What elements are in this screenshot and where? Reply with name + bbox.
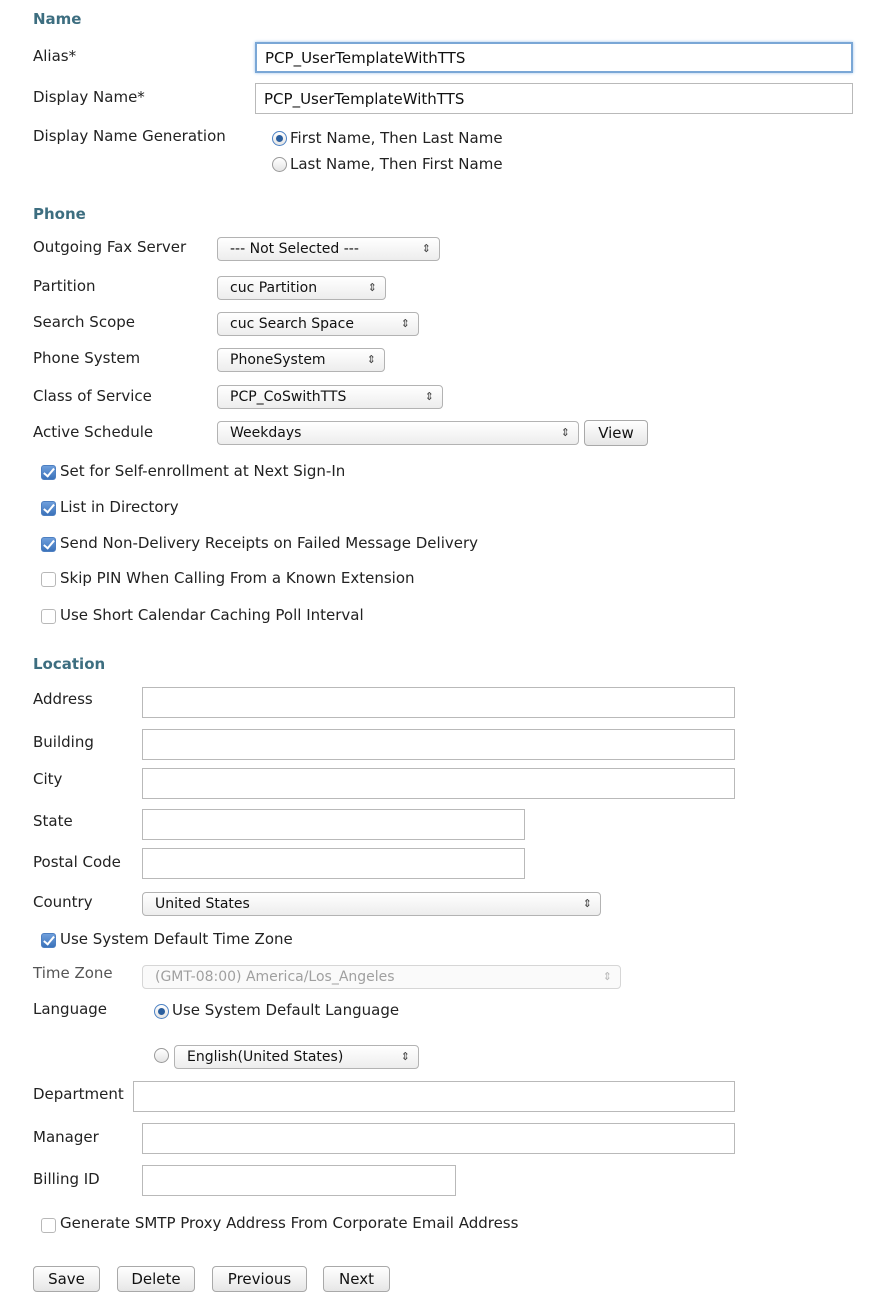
phone-system-select[interactable]: PhoneSystem ⇕ <box>217 348 385 372</box>
generate-smtp-proxy-label: Generate SMTP Proxy Address From Corpora… <box>60 1214 519 1232</box>
generation-last-first-radio[interactable] <box>272 157 287 172</box>
language-default-radio[interactable] <box>154 1004 169 1019</box>
language-default-label: Use System Default Language <box>172 1001 400 1019</box>
list-in-directory-checkbox[interactable] <box>41 501 56 516</box>
self-enrollment-label: Set for Self-enrollment at Next Sign-In <box>60 462 346 480</box>
class-of-service-select[interactable]: PCP_CoSwithTTS ⇕ <box>217 385 443 409</box>
delete-button[interactable]: Delete <box>117 1266 195 1292</box>
save-button[interactable]: Save <box>33 1266 100 1292</box>
select-arrows-icon: ⇕ <box>367 281 377 294</box>
section-heading-location: Location <box>33 655 106 673</box>
short-calendar-polling-checkbox[interactable] <box>41 609 56 624</box>
active-schedule-select[interactable]: Weekdays ⇕ <box>217 421 579 445</box>
phone-system-value: PhoneSystem <box>230 352 326 368</box>
partition-select[interactable]: cuc Partition ⇕ <box>217 276 386 300</box>
alias-label: Alias* <box>33 47 77 65</box>
language-select[interactable]: English(United States) ⇕ <box>174 1045 419 1069</box>
state-label: State <box>33 812 73 830</box>
search-scope-label: Search Scope <box>33 313 135 331</box>
view-schedule-button[interactable]: View <box>584 420 648 446</box>
outgoing-fax-value: --- Not Selected --- <box>230 241 359 257</box>
billing-id-label: Billing ID <box>33 1170 100 1188</box>
section-heading-name: Name <box>33 10 82 28</box>
class-of-service-label: Class of Service <box>33 387 152 405</box>
time-zone-label: Time Zone <box>33 964 113 982</box>
partition-value: cuc Partition <box>230 280 318 296</box>
time-zone-value: (GMT-08:00) America/Los_Angeles <box>155 969 395 985</box>
address-label: Address <box>33 690 93 708</box>
self-enrollment-checkbox[interactable] <box>41 465 56 480</box>
billing-id-input[interactable] <box>142 1165 456 1196</box>
use-default-time-zone-label: Use System Default Time Zone <box>60 930 293 948</box>
non-delivery-receipts-label: Send Non-Delivery Receipts on Failed Mes… <box>60 534 479 552</box>
city-label: City <box>33 770 63 788</box>
select-arrows-icon: ⇕ <box>424 390 434 403</box>
use-default-time-zone-checkbox[interactable] <box>41 933 56 948</box>
class-of-service-value: PCP_CoSwithTTS <box>230 389 347 405</box>
country-value: United States <box>155 896 250 912</box>
select-arrows-icon: ⇕ <box>400 317 410 330</box>
state-input[interactable] <box>142 809 525 840</box>
section-heading-phone: Phone <box>33 205 86 223</box>
generation-first-last-label: First Name, Then Last Name <box>290 129 503 147</box>
short-calendar-polling-label: Use Short Calendar Caching Poll Interval <box>60 606 364 624</box>
language-specific-radio[interactable] <box>154 1048 169 1063</box>
department-input[interactable] <box>133 1081 735 1112</box>
outgoing-fax-label: Outgoing Fax Server <box>33 238 187 256</box>
active-schedule-label: Active Schedule <box>33 423 154 441</box>
time-zone-select: (GMT-08:00) America/Los_Angeles ⇕ <box>142 965 621 989</box>
phone-system-label: Phone System <box>33 349 141 367</box>
building-input[interactable] <box>142 729 735 760</box>
country-label: Country <box>33 893 93 911</box>
display-name-input[interactable] <box>255 83 853 114</box>
alias-input[interactable] <box>255 42 853 73</box>
non-delivery-receipts-checkbox[interactable] <box>41 537 56 552</box>
skip-pin-checkbox[interactable] <box>41 572 56 587</box>
generation-last-first-label: Last Name, Then First Name <box>290 155 503 173</box>
partition-label: Partition <box>33 277 96 295</box>
next-button[interactable]: Next <box>323 1266 390 1292</box>
postal-code-input[interactable] <box>142 848 525 879</box>
select-arrows-icon: ⇕ <box>560 426 570 439</box>
city-input[interactable] <box>142 768 735 799</box>
postal-code-label: Postal Code <box>33 853 121 871</box>
select-arrows-icon: ⇕ <box>602 970 612 983</box>
select-arrows-icon: ⇕ <box>421 242 431 255</box>
display-name-generation-label: Display Name Generation <box>33 127 226 145</box>
display-name-label: Display Name* <box>33 88 145 106</box>
address-input[interactable] <box>142 687 735 718</box>
country-select[interactable]: United States ⇕ <box>142 892 601 916</box>
language-label: Language <box>33 1000 108 1018</box>
list-in-directory-label: List in Directory <box>60 498 179 516</box>
previous-button[interactable]: Previous <box>212 1266 307 1292</box>
outgoing-fax-select[interactable]: --- Not Selected --- ⇕ <box>217 237 440 261</box>
search-scope-select[interactable]: cuc Search Space ⇕ <box>217 312 419 336</box>
building-label: Building <box>33 733 94 751</box>
search-scope-value: cuc Search Space <box>230 316 354 332</box>
generation-first-last-radio[interactable] <box>272 131 287 146</box>
manager-input[interactable] <box>142 1123 735 1154</box>
active-schedule-value: Weekdays <box>230 425 302 441</box>
generate-smtp-proxy-checkbox[interactable] <box>41 1218 56 1233</box>
language-value: English(United States) <box>187 1049 344 1065</box>
department-label: Department <box>33 1085 124 1103</box>
manager-label: Manager <box>33 1128 99 1146</box>
select-arrows-icon: ⇕ <box>400 1050 410 1063</box>
select-arrows-icon: ⇕ <box>582 897 592 910</box>
skip-pin-label: Skip PIN When Calling From a Known Exten… <box>60 569 415 587</box>
select-arrows-icon: ⇕ <box>366 353 376 366</box>
